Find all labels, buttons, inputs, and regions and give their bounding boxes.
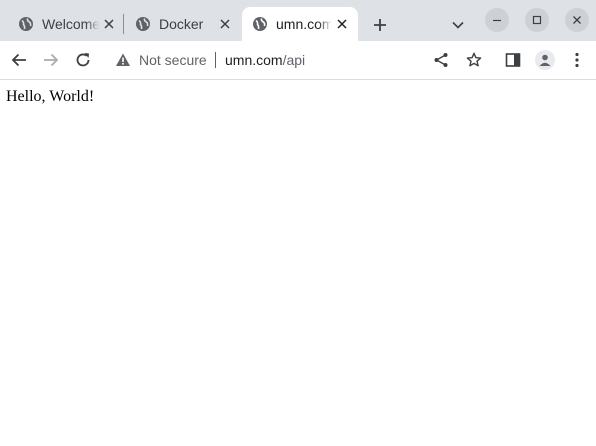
tab-welcome[interactable]: Welcome to nginx! [8, 7, 122, 41]
share-button[interactable] [431, 50, 451, 70]
profile-button[interactable] [531, 46, 559, 74]
arrow-right-icon [44, 53, 59, 67]
tab-docker[interactable]: Docker [125, 7, 239, 41]
close-icon[interactable] [101, 16, 117, 32]
reload-icon [76, 53, 90, 67]
tab-strip: Welcome to nginx! Docker umn.com/api [0, 0, 596, 41]
minimize-icon [493, 19, 501, 22]
minimize-button[interactable] [485, 8, 509, 32]
toolbar: Not secure umn.com/api [0, 41, 596, 80]
person-icon [539, 54, 551, 66]
globe-icon [253, 17, 267, 31]
tab-search-button[interactable] [444, 11, 472, 39]
globe-icon [19, 17, 33, 31]
page-content: Hello, World! [0, 81, 596, 446]
avatar [535, 50, 555, 70]
close-icon[interactable] [334, 16, 350, 32]
url-host: umn.com [225, 52, 283, 68]
plus-icon [374, 19, 386, 31]
omnibox-divider [215, 52, 216, 68]
bookmark-button[interactable] [464, 50, 484, 70]
warning-icon[interactable] [115, 52, 131, 68]
menu-button[interactable] [563, 46, 591, 74]
arrow-left-icon [11, 53, 26, 67]
browser-window: Welcome to nginx! Docker umn.com/api [0, 0, 596, 446]
back-button[interactable] [5, 46, 33, 74]
side-panel-button[interactable] [499, 46, 527, 74]
url-path: /api [282, 52, 306, 68]
tab-title: Docker [159, 16, 204, 32]
tab-umn-api[interactable]: umn.com/api [242, 7, 358, 41]
maximize-button[interactable] [525, 8, 549, 32]
kebab-menu-icon [575, 52, 579, 68]
tab-title: umn.com/api [276, 16, 332, 32]
body-text: Hello, World! [6, 88, 95, 105]
close-window-button[interactable] [565, 8, 589, 32]
maximize-icon [532, 15, 542, 25]
chevron-down-icon [452, 21, 464, 29]
reload-button[interactable] [69, 46, 97, 74]
tab-title: Welcome to nginx! [42, 16, 100, 32]
globe-icon [136, 17, 150, 31]
close-icon [573, 16, 581, 24]
star-icon [466, 52, 482, 67]
security-label[interactable]: Not secure [139, 51, 207, 69]
address-bar[interactable]: Not secure umn.com/api [105, 45, 491, 75]
url-text[interactable]: umn.com/api [225, 51, 305, 69]
new-tab-button[interactable] [366, 11, 394, 39]
tab-separator [123, 14, 124, 34]
close-icon[interactable] [217, 16, 233, 32]
side-panel-icon [505, 53, 521, 67]
share-icon [434, 53, 448, 67]
forward-button[interactable] [37, 46, 65, 74]
